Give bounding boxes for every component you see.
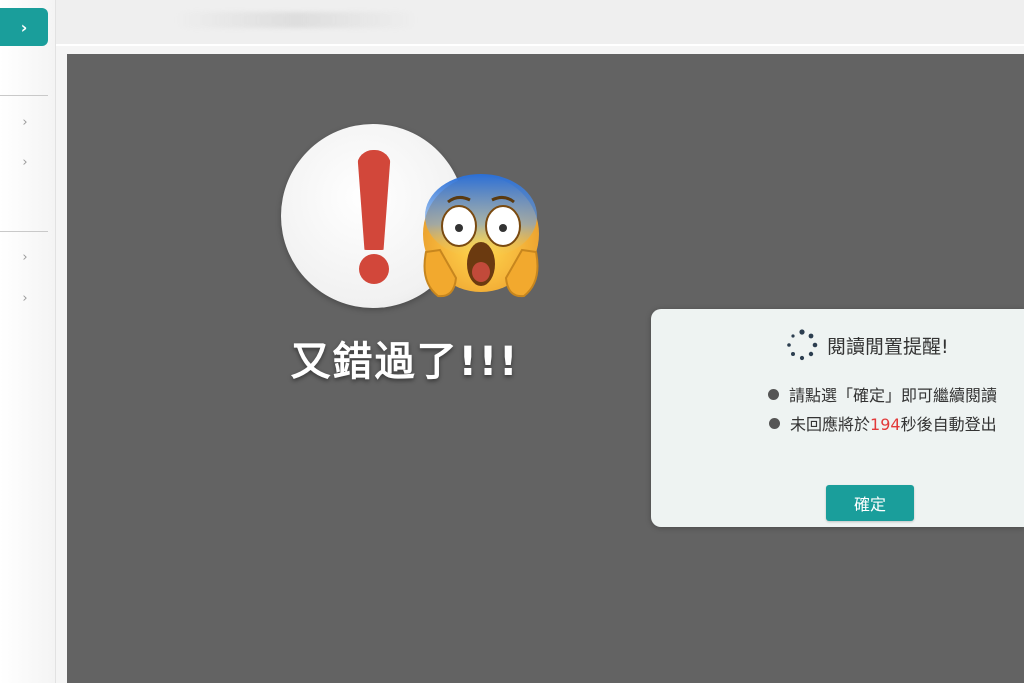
loading-spinner-icon <box>787 329 818 361</box>
bullet-icon <box>768 388 779 400</box>
sidebar: › › › › › <box>0 0 56 683</box>
dialog-title: 閱讀閒置提醒! <box>827 335 949 358</box>
message-text: 未回應將於194秒後自動登出 <box>790 411 997 435</box>
top-bar <box>56 0 1024 46</box>
message-suffix: 秒後自動登出 <box>900 415 997 434</box>
chevron-right-icon: › <box>22 115 28 130</box>
dialog-header: 閱讀閒置提醒! <box>785 329 949 361</box>
bullet-icon <box>769 417 780 429</box>
sidebar-item-2[interactable]: › <box>19 156 31 170</box>
dialog-message-line-1: 請點選「確定」即可繼續閱讀 <box>768 382 997 406</box>
message-text: 請點選「確定」即可繼續閱讀 <box>789 386 998 405</box>
sidebar-item-3[interactable]: › <box>19 251 31 265</box>
sidebar-divider <box>0 95 48 96</box>
sidebar-item-1[interactable]: › <box>19 116 31 130</box>
idle-reminder-dialog: 閱讀閒置提醒! 請點選「確定」即可繼續閱讀 未回應將於194秒後自動登出 確定 <box>651 309 1024 527</box>
sidebar-item-4[interactable]: › <box>19 292 31 306</box>
chevron-right-icon: › <box>20 17 28 37</box>
countdown-seconds: 194 <box>870 415 901 434</box>
sidebar-toggle-button[interactable]: › <box>0 8 48 46</box>
sidebar-divider <box>0 231 48 232</box>
chevron-right-icon: › <box>22 291 28 306</box>
chevron-right-icon: › <box>22 155 28 170</box>
error-title: 又錯過了!!! <box>290 339 520 385</box>
app-window: › › › › › 又錯過了!!! 閱讀閒置提醒! 請點選「確定」即可繼續閱讀 … <box>0 0 1024 683</box>
exclamation-dot <box>359 254 389 284</box>
top-bar-placeholder <box>176 12 416 28</box>
message-prefix: 未回應將於 <box>790 415 871 434</box>
chevron-right-icon: › <box>22 250 28 265</box>
face-screaming-in-fear-icon <box>423 174 539 298</box>
dialog-message-line-2: 未回應將於194秒後自動登出 <box>769 411 997 435</box>
confirm-button[interactable]: 確定 <box>826 485 914 521</box>
